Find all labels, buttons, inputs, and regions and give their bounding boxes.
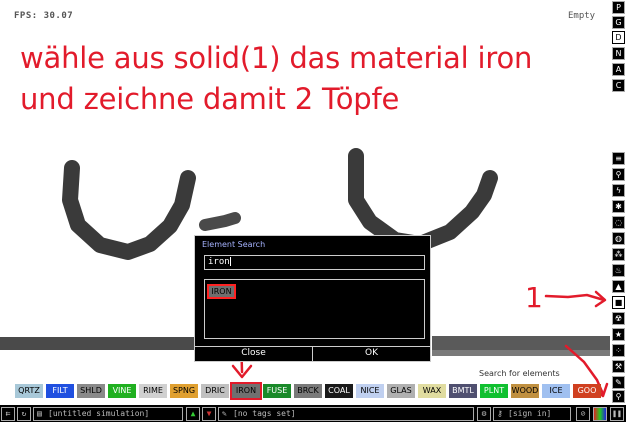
lightning-icon[interactable]: ϟ [612,184,625,197]
save-icon: ▤ [37,409,42,418]
element-search-dialog: Element Search iron IRON Close OK [194,235,431,362]
ambient-heat-button[interactable]: A [612,63,625,76]
settings-icon[interactable]: ⚙ [477,407,491,421]
power-icon[interactable]: ⚲ [612,168,625,181]
solid-icon[interactable]: ■ [612,296,625,309]
sign-in-button[interactable]: ⚷ [sign in] [493,407,571,421]
gas-icon[interactable]: ◌ [612,216,625,229]
instruction-line-2: und zeichne damit 2 Töpfe [20,82,400,116]
flame-icon[interactable]: ♨ [612,264,625,277]
element-button-goo[interactable]: GOO [573,384,601,398]
element-button-wood[interactable]: WOOD [511,384,539,398]
favorite-icon[interactable]: ✎ [612,376,625,389]
tags-field[interactable]: ✎ [no tags set] [218,407,474,421]
reload-icon[interactable]: ↻ [17,407,31,421]
search-query-text: iron [208,257,230,267]
result-iron[interactable]: IRON [207,284,236,299]
close-button[interactable]: Close [195,346,313,361]
vote-up-icon[interactable]: ▲ [186,407,200,421]
newtonian-gravity-button[interactable]: N [612,47,625,60]
special-icon[interactable]: ★ [612,328,625,341]
gravity-mode-button[interactable]: G [612,16,625,29]
element-button-dric[interactable]: DRIC [201,384,229,398]
liquid-icon[interactable]: ◍ [612,232,625,245]
element-button-nice[interactable]: NICE [356,384,384,398]
tools-icon[interactable]: ⚒ [612,360,625,373]
tags-text: [no tags set] [233,409,296,418]
pause-mode-button-p[interactable]: P [612,1,625,14]
radioactive-icon[interactable]: ☢ [612,312,625,325]
clear-icon[interactable]: ⊘ [576,407,590,421]
annotation-number: 1 [525,281,543,314]
bottom-bar: ⇇ ↻ ▤ [untitled simulation] ▲ ▼ ✎ [no ta… [0,405,626,422]
element-button-fuse[interactable]: FUSE [263,384,291,398]
fps-counter: FPS: 30.07 [14,11,74,21]
ground-strip [0,337,196,350]
dialog-title: Element Search [202,240,266,249]
element-button-wax[interactable]: WAX [418,384,446,398]
element-button-glas[interactable]: GLAS [387,384,415,398]
sign-in-text: [sign in] [508,409,552,418]
key-icon: ⚷ [497,409,503,418]
element-button-shld[interactable]: SHLD [77,384,105,398]
open-icon[interactable]: ⇇ [1,407,15,421]
powder-icon[interactable]: ⁂ [612,248,625,261]
ground-strip-right [432,336,610,350]
arrow-to-solid [544,293,606,302]
menu-icon[interactable]: ≡ [612,152,625,165]
hover-info: Empty [568,11,596,21]
element-button-ice[interactable]: ICE [542,384,570,398]
element-button-filt[interactable]: FILT [46,384,74,398]
powder-pile-icon[interactable]: ▲ [612,280,625,293]
element-button-brck[interactable]: BRCK [294,384,322,398]
pause-icon[interactable]: ❚❚ [610,407,624,421]
deco-toggle-button[interactable]: D [612,31,625,44]
element-button-bmtl[interactable]: BMTL [449,384,477,398]
console-button[interactable]: C [612,79,625,92]
search-icon[interactable]: ⚲ [612,390,625,403]
tag-icon: ✎ [222,409,227,418]
instruction-line-1: wähle aus solid(1) das material iron [20,41,533,75]
render-options-icon[interactable] [593,407,607,421]
explosion-icon[interactable]: ✱ [612,200,625,213]
text-cursor [229,257,231,266]
search-input[interactable]: iron [204,255,425,270]
search-results-list: IRON [204,279,425,339]
element-button-iron[interactable]: IRON [230,382,262,400]
element-button-rime[interactable]: RIME [139,384,167,398]
element-button-plnt[interactable]: PLNT [480,384,508,398]
element-button-coal[interactable]: COAL [325,384,353,398]
simulation-name-field[interactable]: ▤ [untitled simulation] [33,407,183,421]
element-button-qrtz[interactable]: QRTZ [15,384,43,398]
life-icon[interactable]: ⁘ [612,344,625,357]
simulation-name-text: [untitled simulation] [48,409,150,418]
search-hint: Search for elements [479,369,560,378]
vote-down-icon[interactable]: ▼ [202,407,216,421]
ok-button[interactable]: OK [313,346,430,361]
left-pot-stroke [62,160,196,260]
right-pot-stroke [348,148,498,252]
element-button-vine[interactable]: VINE [108,384,136,398]
element-button-spng[interactable]: SPNG [170,384,198,398]
